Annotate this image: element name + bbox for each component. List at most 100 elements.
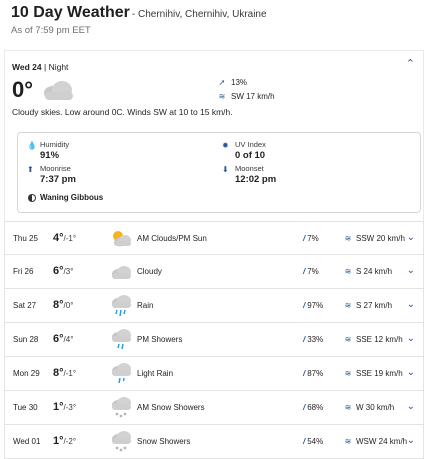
wind-icon: ≋ [344,234,352,243]
updated-timestamp: As of 7:59 pm EET [11,25,91,36]
forecast-precip: /87% [303,369,323,378]
wind-icon: ≋ [344,335,352,344]
forecast-high: 6° [53,265,64,277]
forecast-row[interactable]: Fri 26 6°/3° Cloudy/7% ≋ S 24 km/h ⌄ [4,255,424,289]
forecast-day: Fri 26 [13,267,34,276]
chevron-up-icon[interactable]: ⌃ [406,57,415,70]
forecast-precip-value: 87% [307,369,324,378]
forecast-temp: 8°/-1° [53,367,76,379]
forecast-low: /-2° [63,437,77,446]
forecast-wind-value: SSE 12 km/h [356,335,403,344]
forecast-precip: /7% [303,267,319,276]
forecast-low: /0° [63,301,74,310]
raindrop-icon: / [303,301,306,310]
chevron-down-icon[interactable]: ⌄ [407,333,415,344]
forecast-condition: AM Clouds/PM Sun [137,234,207,243]
moon-phase-label: Waning Gibbous [40,193,104,202]
forecast-high: 1° [53,401,64,413]
forecast-list: Thu 25 4°/-1° AM Clouds/PM Sun/7% ≋ SSW 20 k… [4,221,424,459]
forecast-day: Mon 29 [13,369,40,378]
forecast-condition: Rain [137,301,154,310]
forecast-condition: PM Showers [137,335,183,344]
moonrise-value: 7:37 pm [40,174,76,185]
chevron-down-icon[interactable]: ⌄ [407,232,415,243]
details-card: 💧 Humidity 91% ✹ UV Index 0 of 10 ⬆ Moon… [17,132,421,213]
forecast-row[interactable]: Sat 27 8°/0° Rain/97% ≋ S 27 km/h ⌄ [4,289,424,323]
forecast-precip: /33% [303,335,323,344]
precip-arrow-icon: ➚ [218,78,226,87]
moon-phase-icon [28,193,36,202]
moon-phase: Waning Gibbous [28,193,103,202]
snow-showers-icon [109,396,133,420]
wind-icon: ≋ [344,437,352,446]
today-precip-value: 13% [231,78,248,87]
forecast-wind-value: S 24 km/h [356,267,393,276]
forecast-wind: ≋ SSE 12 km/h [343,335,403,344]
forecast-temp: 6°/3° [53,265,73,277]
humidity-cell: 💧 Humidity 91% [27,140,70,161]
chevron-down-icon[interactable]: ⌄ [407,367,415,378]
light-rain-icon [109,362,133,386]
today-wind-value: SW 17 km/h [231,92,275,101]
forecast-precip: /97% [303,301,323,310]
forecast-precip-value: 33% [307,335,324,344]
forecast-day: Tue 30 [13,403,38,412]
chevron-down-icon[interactable]: ⌄ [407,401,415,412]
forecast-wind: ≋ S 24 km/h [343,267,392,276]
today-precip: ➚ 13% [217,78,247,87]
forecast-wind: ≋ S 27 km/h [343,301,392,310]
forecast-temp: 1°/-2° [53,435,76,447]
sun-icon: ✹ [222,141,229,150]
forecast-temp: 8°/0° [53,299,73,311]
forecast-wind-value: SSE 19 km/h [356,369,403,378]
forecast-high: 8° [53,367,64,379]
forecast-high: 8° [53,299,64,311]
raindrop-icon: / [303,335,306,344]
moonset-icon: ⬇ [222,165,229,174]
rain-icon [109,294,133,318]
droplet-icon: 💧 [27,141,37,150]
forecast-wind-value: W 30 km/h [356,403,395,412]
forecast-precip: /7% [303,234,319,243]
raindrop-icon: / [303,437,306,446]
wind-icon: ≋ [344,369,352,378]
chevron-down-icon[interactable]: ⌄ [407,435,415,446]
partly-cloudy-icon [109,227,133,251]
forecast-row[interactable]: Sun 28 6°/4° PM Showers/33% ≋ SSE 12 km/h ⌄ [4,323,424,357]
wind-icon: ≋ [344,403,352,412]
today-temperature: 0° [12,77,34,102]
wind-icon: ≋ [344,267,352,276]
forecast-low: /3° [63,267,74,276]
raindrop-icon: / [303,369,306,378]
forecast-high: 4° [53,232,64,244]
humidity-label: Humidity [40,140,70,149]
forecast-day: Sun 28 [13,335,39,344]
chevron-down-icon[interactable]: ⌄ [407,265,415,276]
forecast-low: /4° [63,335,74,344]
forecast-precip-value: 68% [307,403,324,412]
forecast-day: Wed 01 [13,437,41,446]
humidity-value: 91% [40,150,60,161]
forecast-row[interactable]: Mon 29 8°/-1° Light Rain/87% ≋ SSE 19 km/h ⌄ [4,357,424,391]
cloud-icon [44,81,73,100]
forecast-condition: Light Rain [137,369,174,378]
forecast-wind: ≋ W 30 km/h [343,403,395,412]
wind-icon: ≋ [344,301,352,310]
forecast-wind-value: SSW 20 km/h [356,234,405,243]
moonrise-icon: ⬆ [27,165,34,174]
forecast-low: /-1° [63,369,77,378]
uv-label: UV Index [235,140,266,149]
forecast-condition: AM Snow Showers [137,403,205,412]
forecast-precip: /54% [303,437,323,446]
forecast-low: /-3° [63,403,77,412]
forecast-precip-value: 54% [307,437,324,446]
forecast-temp: 1°/-3° [53,401,76,413]
forecast-temp: 6°/4° [53,333,73,345]
forecast-row[interactable]: Thu 25 4°/-1° AM Clouds/PM Sun/7% ≋ SSW 20 k… [4,221,424,255]
raindrop-icon: / [303,403,306,412]
chevron-down-icon[interactable]: ⌄ [407,299,415,310]
forecast-row[interactable]: Wed 01 1°/-2° Snow Showers/54% ≋ WSW 24 km/h… [4,425,424,459]
page-title: 10 Day Weather [11,4,130,21]
forecast-row[interactable]: Tue 30 1°/-3° AM Snow Showers /68% ≋ W 30 km/… [4,391,424,425]
forecast-wind: ≋ SSW 20 km/h [343,234,405,243]
